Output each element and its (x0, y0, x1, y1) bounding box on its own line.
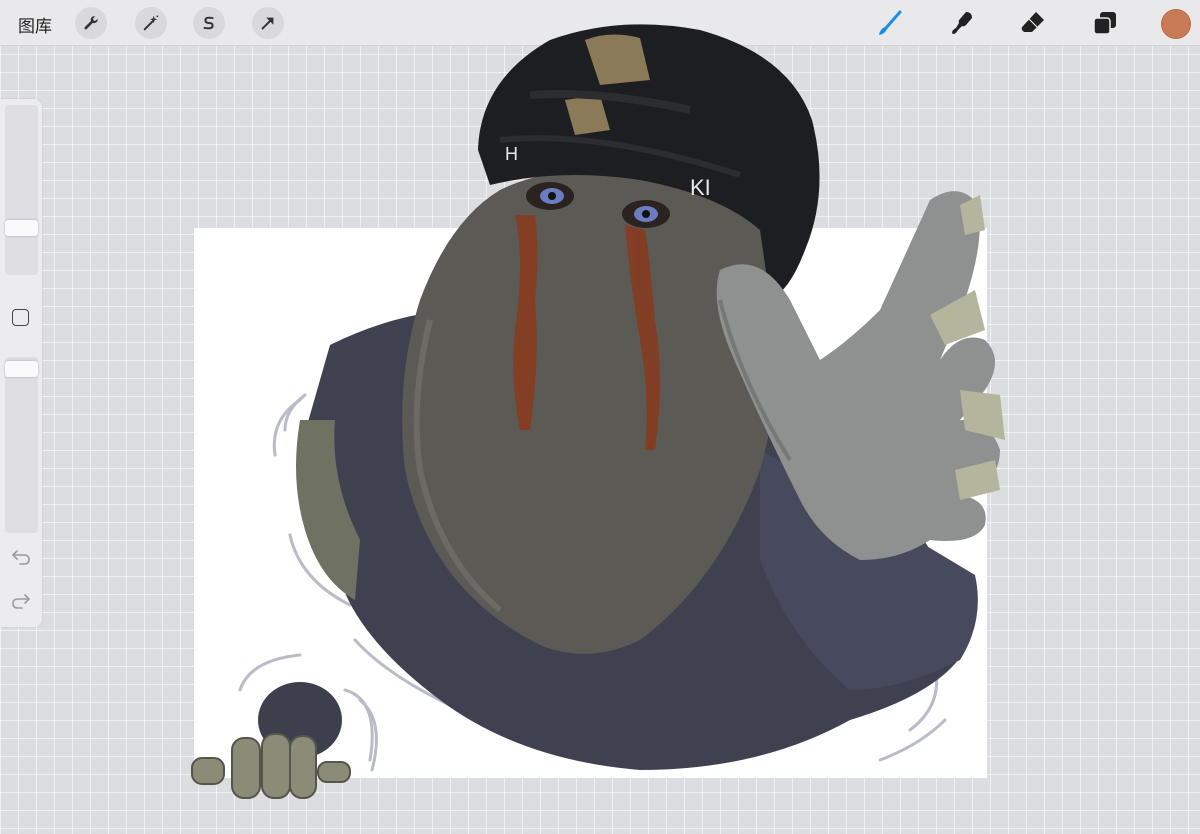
svg-text:KI: KI (690, 175, 711, 200)
svg-text:H: H (505, 144, 518, 164)
artwork-illustration: H KI (191, 24, 1005, 799)
